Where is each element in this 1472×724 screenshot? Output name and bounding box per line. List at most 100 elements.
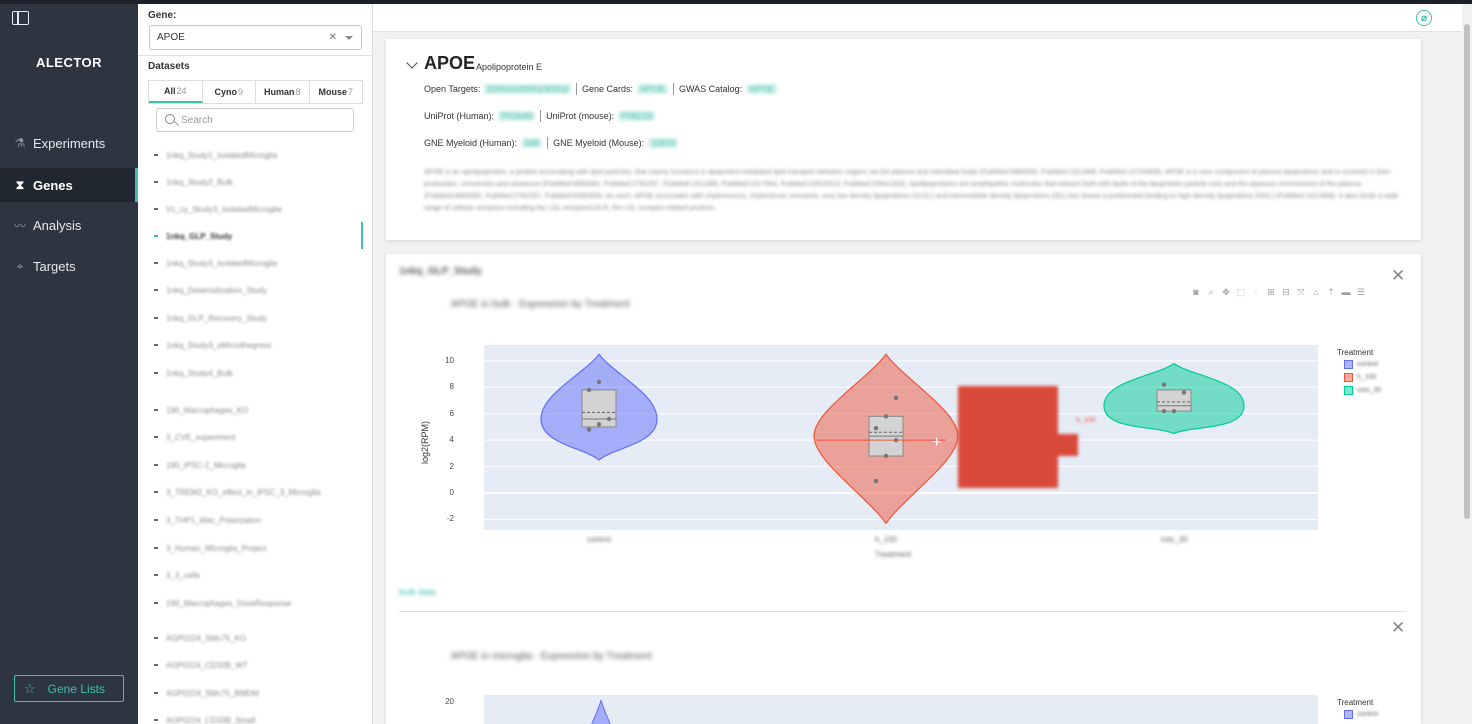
- dataset-item[interactable]: AGP0224_CD33B_Small: [154, 709, 255, 724]
- dataset-item[interactable]: 3_TREM2_KO_effect_in_iPSC_3_Microglia: [154, 481, 321, 503]
- gene-cards-label: Gene Cards:: [581, 84, 633, 94]
- divider: [138, 55, 372, 56]
- dataset-item[interactable]: 190_Macrophages_KO: [154, 399, 248, 421]
- flask-icon: ⚗: [14, 136, 26, 150]
- dataset-item[interactable]: 1nkq_Study3_sMicrothegress: [154, 334, 271, 356]
- y-tick: 0: [449, 488, 454, 497]
- close-icon[interactable]: ✕: [1391, 618, 1405, 638]
- dataset-item[interactable]: 1nkq_Study1_IsolatedMicroglia: [154, 144, 277, 166]
- uniprot-mouse-link[interactable]: P08226: [618, 111, 656, 121]
- dataset-item[interactable]: 1nkq_Study3_IsolatedMicroglia: [154, 252, 277, 274]
- data-point[interactable]: [1171, 408, 1177, 414]
- sidebar-toggle-icon[interactable]: [12, 11, 29, 25]
- dataset-item[interactable]: 190_iPSC-2_Microglia: [154, 454, 246, 476]
- dna-icon: ⧗: [15, 177, 25, 192]
- dataset-item[interactable]: Vc_cy_Study3_IsolatedMicroglia: [154, 198, 282, 220]
- link-icon[interactable]: ⌀: [1416, 10, 1432, 26]
- gne-mouse-link[interactable]: 11816: [648, 138, 679, 148]
- chevron-down-icon[interactable]: [406, 57, 418, 69]
- page-scrollbar[interactable]: [1462, 4, 1472, 724]
- data-point[interactable]: [596, 422, 602, 427]
- data-point[interactable]: [873, 426, 879, 431]
- clear-icon[interactable]: ✕: [329, 32, 337, 43]
- main-header: ⌀: [373, 4, 1462, 32]
- data-point[interactable]: [1161, 408, 1167, 414]
- dataset-label: AGP0224_SMx75_BMDM: [166, 688, 259, 698]
- data-point[interactable]: [1181, 390, 1187, 395]
- legend-item[interactable]: control: [1344, 360, 1378, 369]
- search-icon: [165, 114, 175, 124]
- dataset-label: 3_TREM2_KO_effect_in_iPSC_3_Microglia: [166, 487, 321, 497]
- y-tick: 20: [445, 697, 454, 706]
- bullet: [154, 719, 158, 721]
- dataset-item[interactable]: AGP0224_SMx75_BMDM: [154, 682, 259, 704]
- data-point[interactable]: [883, 414, 889, 419]
- data-point[interactable]: [596, 379, 602, 385]
- dataset-item[interactable]: AGP0224_SMx75_KO: [154, 627, 246, 649]
- legend-label: control: [1357, 361, 1379, 368]
- nav-item-analysis[interactable]: 〰 Analysis: [0, 208, 138, 242]
- tab-all[interactable]: All 24: [149, 81, 203, 103]
- bullet: [154, 547, 158, 549]
- dataset-search-input[interactable]: Search: [156, 108, 354, 132]
- data-point[interactable]: [1161, 382, 1167, 387]
- dataset-label: 190_iPSC-2_Microglia: [166, 460, 246, 470]
- tab-human[interactable]: Human 8: [256, 81, 310, 103]
- gne-human-link[interactable]: 348: [521, 138, 543, 148]
- tab-cyno[interactable]: Cyno 9: [203, 81, 256, 103]
- gene-links-row-3: GNE Myeloid (Human): 348 GNE Myeloid (Mo…: [424, 137, 683, 149]
- separator: [540, 110, 542, 122]
- uniprot-human-label: UniProt (Human):: [424, 111, 495, 121]
- box-control: [581, 389, 617, 428]
- legend-item[interactable]: h_100: [1344, 373, 1376, 382]
- legend-swatch: [1344, 373, 1353, 382]
- bulk-data-link[interactable]: bulk data: [399, 587, 436, 597]
- data-point[interactable]: [893, 395, 899, 401]
- dataset-item[interactable]: 3_CVE_experiment: [154, 426, 235, 448]
- gwas-link[interactable]: APOE: [746, 84, 778, 94]
- legend-label: control: [1357, 711, 1379, 718]
- legend-label: vstx_30: [1357, 387, 1382, 394]
- gene-info-card: APOE Apolipoprotein E Open Targets: ENSG…: [386, 39, 1421, 240]
- search-placeholder: Search: [181, 114, 213, 126]
- dataset-item[interactable]: 3_Human_Microglia_Project: [154, 537, 267, 559]
- dataset-item[interactable]: 1nkq_GLP_Study: [154, 225, 232, 247]
- dataset-item[interactable]: 3_3_cells: [154, 564, 200, 586]
- gene-cards-link[interactable]: APOE: [636, 84, 668, 94]
- dataset-item[interactable]: AGP0224_CD33B_WT: [154, 654, 248, 676]
- scrollbar-thumb[interactable]: [1464, 24, 1470, 519]
- data-point[interactable]: [883, 453, 889, 459]
- legend-swatch: [1344, 360, 1353, 369]
- legend-item[interactable]: vstx_30: [1344, 386, 1381, 395]
- data-point[interactable]: [586, 387, 592, 393]
- dataset-item[interactable]: 1nkq_GLP_Recovery_Study: [154, 307, 267, 329]
- dataset-item[interactable]: 1nkq_Study4_Bulk: [154, 362, 233, 384]
- uniprot-human-link[interactable]: P02649: [498, 111, 536, 121]
- data-point[interactable]: [873, 478, 879, 484]
- dataset-label: 3_Human_Microglia_Project: [166, 543, 267, 553]
- open-targets-link[interactable]: ENSG00000130203: [484, 84, 571, 94]
- nav-item-experiments[interactable]: ⚗ Experiments: [0, 126, 138, 160]
- tab-mouse[interactable]: Mouse 7: [310, 81, 363, 103]
- bullet: [154, 317, 158, 319]
- dataset-item[interactable]: 1nkq_Desensitization_Study: [154, 279, 267, 301]
- nav-item-genes[interactable]: ⧗ Genes: [0, 168, 138, 202]
- open-targets-label: Open Targets:: [424, 84, 481, 94]
- bullet: [154, 464, 158, 466]
- y-tick: 10: [445, 355, 454, 365]
- dataset-item[interactable]: 3_THP1_Mac_Polarization: [154, 509, 261, 531]
- data-point[interactable]: [586, 427, 592, 432]
- gene-select[interactable]: APOE ✕: [149, 25, 362, 50]
- dataset-item[interactable]: 190_Macrophages_DoseResponse: [154, 592, 291, 614]
- gene-lists-button[interactable]: ☆ Gene Lists: [14, 675, 124, 702]
- x-tick: h_100: [874, 535, 898, 544]
- bullet: [154, 344, 158, 346]
- data-point[interactable]: [606, 416, 612, 422]
- uniprot-mouse-label: UniProt (mouse):: [546, 111, 615, 121]
- nav-item-targets[interactable]: ⌖ Targets: [0, 249, 138, 283]
- chevron-down-icon[interactable]: [345, 36, 353, 40]
- bullet: [154, 602, 158, 604]
- legend-item[interactable]: control: [1344, 710, 1378, 719]
- dataset-label: 1nkq_Study3_sMicrothegress: [166, 340, 272, 350]
- dataset-item[interactable]: 1nkq_Study2_Bulk: [154, 171, 233, 193]
